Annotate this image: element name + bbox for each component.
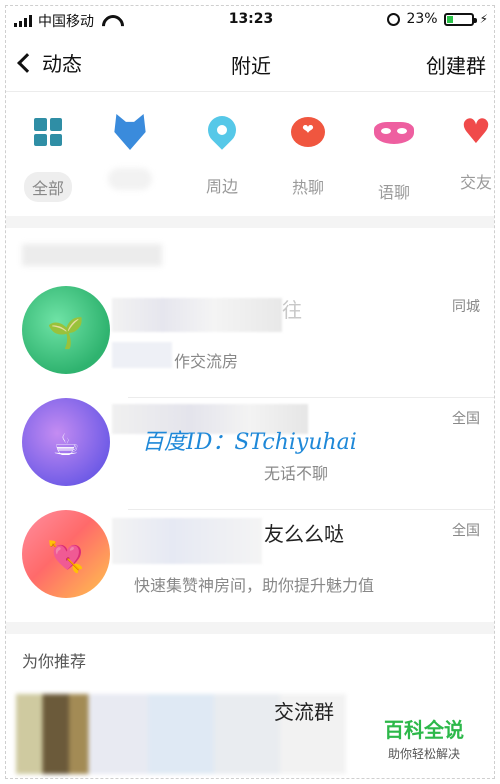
recommend-group-name: 交流群 [274,700,334,724]
plant-pot-icon: 🌱 [47,316,85,351]
tab-label: 热聊 [291,178,324,197]
group-desc: 快速集赞神房间，助你提升魅力值 [134,576,375,595]
create-group-button[interactable]: 创建群 [426,50,486,79]
group-avatar: 🌱 [22,286,110,374]
chat-heart-icon [288,117,328,157]
heart-arrow-icon: 💘 [47,540,85,575]
group-scope-tag: 全国 [452,523,480,539]
group-avatar: ☕ [22,398,110,486]
page-title: 附近 [231,54,271,78]
category-tabs: 全部 周边 热聊 语聊 ♥ 交友 [6,92,494,216]
mask-icon [374,122,414,162]
blurred-name [112,298,282,332]
battery-icon [443,12,477,26]
tab-label-blurred [108,168,152,190]
tab-label: 交友 [459,173,492,192]
group-avatar: 💘 [22,510,110,598]
tab-hot-chat[interactable]: 热聊 [268,112,348,201]
tab-label: 周边 [205,177,238,196]
grid-icon [28,118,68,158]
charging-icon: ⚡ [479,12,488,26]
recommend-title: 为你推荐 [22,652,87,671]
tab-voice-chat[interactable]: 语聊 [354,112,434,206]
tab-wolf[interactable] [90,112,170,194]
battery-percent: 23% [406,11,438,27]
blurred-name [112,518,262,564]
group-name: 友么么哒 [264,522,344,546]
group-scope-tag: 同城 [452,299,480,315]
tab-label: 全部 [23,172,72,202]
tab-label: 语聊 [377,183,410,202]
wolf-icon [110,114,150,154]
watermark-text: 百度ID：STchiyuhai [142,430,357,455]
blurred-section-title [22,244,162,266]
group-name: 往 [282,298,302,322]
section-divider [6,216,494,228]
group-row[interactable]: 💘 友么么哒 快速集赞神房间，助你提升魅力值 全国 [6,510,494,622]
tab-all[interactable]: 全部 [8,112,88,202]
heart-icon: ♥ [460,112,492,152]
cup-heart-icon: ☕ [52,428,80,463]
group-row[interactable]: 🌱 往 作交流房 同城 [6,286,494,398]
phone-screen: 中国移动 13:23 23% ⚡ 动态 附近 创建群 全部 周边 ❤ 热聊 语聊… [5,5,495,779]
status-right: 23% ⚡ [387,11,488,27]
baike-subtitle: 助你轻松解决 [387,747,460,761]
baike-logo: 百科全说 助你轻松解决 [384,714,464,762]
nav-bar: 动态 附近 创建群 [6,34,494,92]
baike-title: 百科全说 [384,718,464,742]
group-scope-tag: 全国 [452,411,480,427]
tab-friends[interactable]: ♥ 交友 [436,112,494,196]
section-divider [6,622,494,634]
rotation-lock-icon [387,12,401,26]
group-desc: 无话不聊 [264,464,329,483]
location-pin-icon [202,110,242,156]
tab-nearby[interactable]: 周边 [182,110,262,200]
group-desc: 作交流房 [174,352,239,371]
blurred-desc [112,342,172,368]
status-bar: 中国移动 13:23 23% ⚡ [6,6,494,34]
